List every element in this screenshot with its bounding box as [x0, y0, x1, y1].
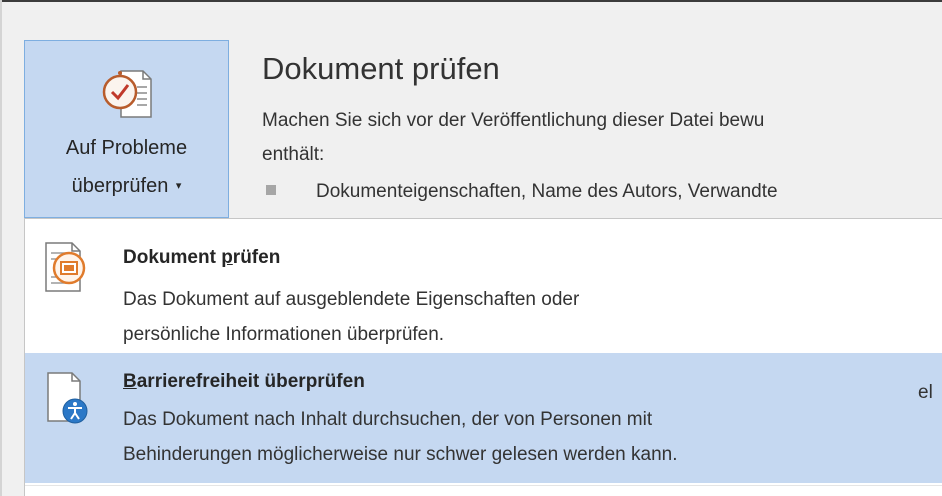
bullet-square-icon: [266, 185, 276, 195]
menu-item-accelerator-key: p: [221, 247, 233, 268]
document-check-icon: [102, 70, 152, 118]
menu-item-check-accessibility-title: Barrierefreiheit überprüfen: [123, 371, 365, 393]
section-description: Machen Sie sich vor der Veröffentlichung…: [262, 104, 942, 172]
menu-item-title-part: Dokument: [123, 247, 222, 268]
window-left-border: [0, 0, 2, 496]
menu-item-accelerator-key: B: [123, 371, 137, 392]
menu-item-inspect-document[interactable]: Dokument prüfen Das Dokument auf ausgebl…: [25, 225, 942, 369]
check-for-issues-button[interactable]: Auf Probleme überprüfen ▾: [24, 40, 229, 218]
menu-item-description-line1: Das Dokument nach Inhalt durchsuchen, de…: [123, 409, 653, 430]
section-description-line2: enthält:: [262, 144, 325, 165]
menu-item-inspect-document-description: Das Dokument auf ausgeblendete Eigenscha…: [123, 282, 579, 352]
menu-item-description-line2: Behinderungen möglicherweise nur schwer …: [123, 444, 678, 465]
window-top-border: [0, 0, 942, 2]
menu-item-description-line1: Das Dokument auf ausgeblendete Eigenscha…: [123, 289, 580, 310]
accessibility-check-icon: [47, 372, 88, 424]
background-partial-text: el: [918, 382, 933, 403]
section-bullet: Dokumenteigenschaften, Name des Autors, …: [262, 181, 942, 203]
menu-item-check-accessibility[interactable]: Barrierefreiheit überprüfen Das Dokument…: [25, 353, 942, 483]
menu-item-title-part: arrierefreiheit überprüfen: [136, 371, 365, 392]
menu-divider: [25, 485, 942, 486]
section-title: Dokument prüfen: [262, 51, 500, 86]
menu-item-description-line2: persönliche Informationen überprüfen.: [123, 324, 445, 345]
chevron-down-icon: ▾: [175, 180, 182, 192]
menu-item-inspect-document-title: Dokument prüfen: [123, 247, 280, 269]
menu-item-check-accessibility-description: Das Dokument nach Inhalt durchsuchen, de…: [123, 402, 678, 472]
check-for-issues-label-line1: Auf Probleme: [65, 137, 188, 159]
check-for-issues-menu: Dokument prüfen Das Dokument auf ausgebl…: [24, 218, 942, 496]
check-for-issues-label-line2: überprüfen ▾: [25, 175, 228, 198]
check-for-issues-label-text: überprüfen: [71, 175, 169, 197]
section-description-line1: Machen Sie sich vor der Veröffentlichung…: [262, 110, 765, 131]
menu-item-title-part: rüfen: [232, 247, 281, 268]
section-bullet-text: Dokumenteigenschaften, Name des Autors, …: [316, 181, 778, 202]
inspect-document-icon: [45, 242, 86, 292]
